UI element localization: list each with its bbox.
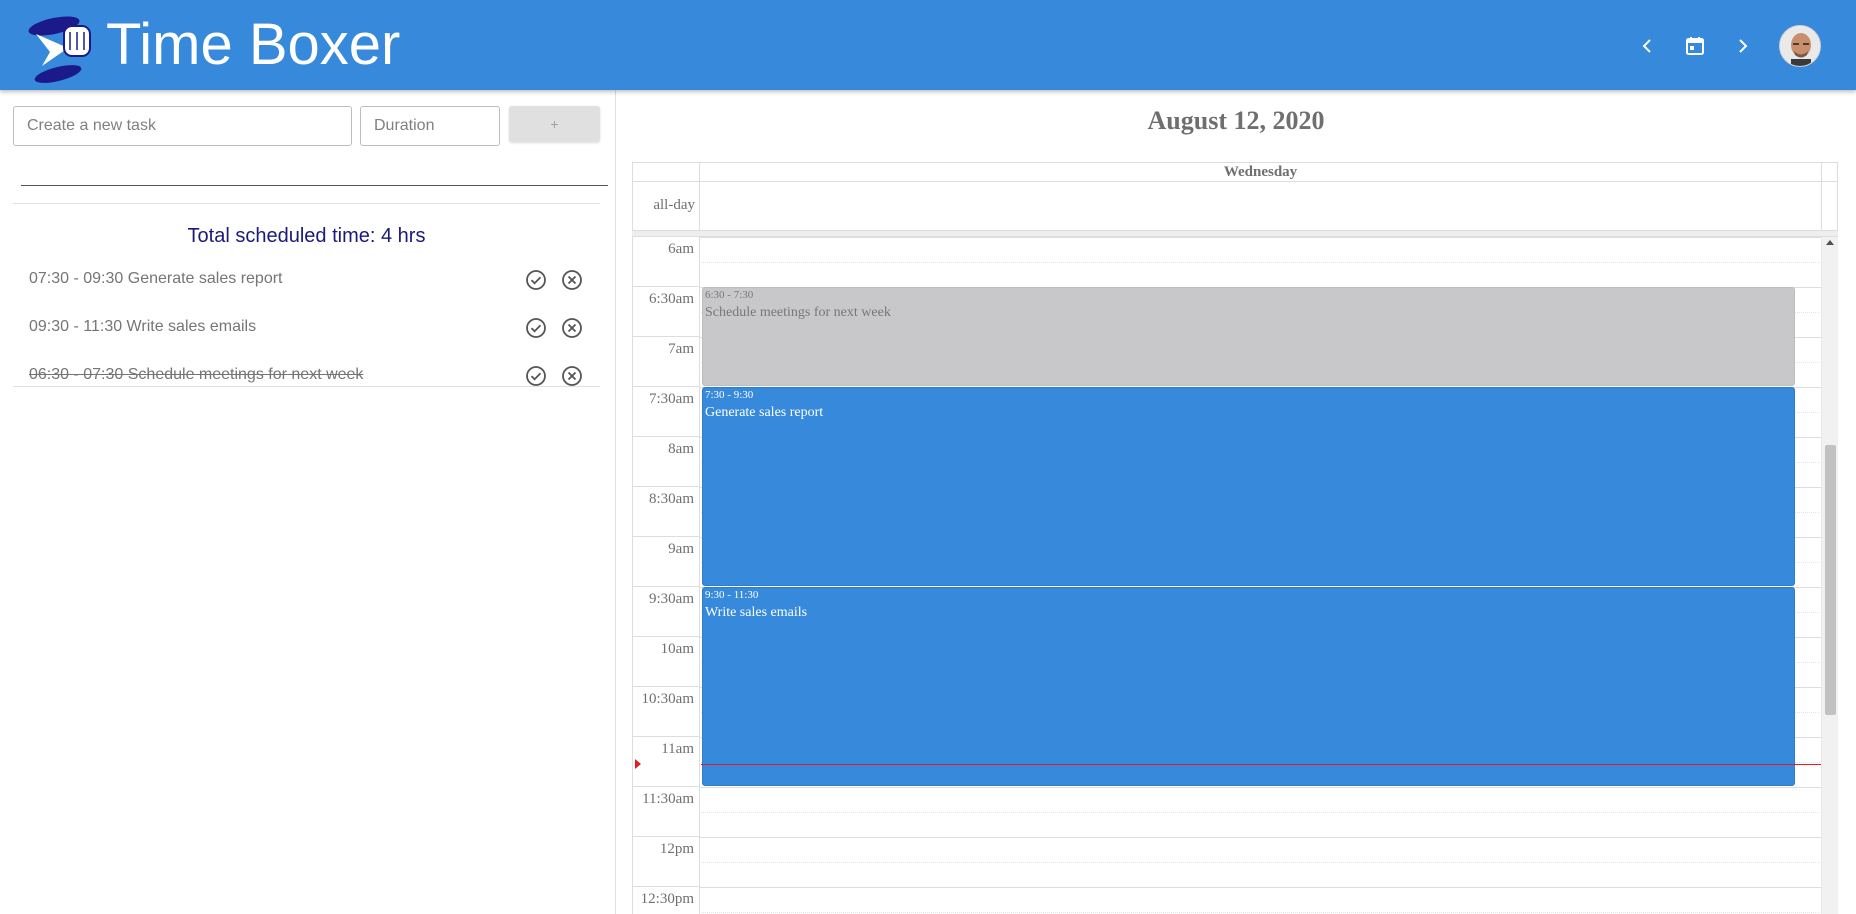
app-title: Time Boxer [106, 12, 401, 77]
cancel-circle-icon[interactable] [561, 365, 583, 387]
time-grid[interactable]: 6am 6:30am 7am 7:30am 8am 8:30am 9am 9:3… [632, 237, 1821, 914]
all-day-label: all-day [653, 197, 695, 213]
task-list: Total scheduled time: 4 hrs 07:30 - 09:3… [13, 203, 600, 387]
slot-line [699, 262, 1821, 263]
time-label: 10am [660, 641, 694, 657]
time-label: 9am [668, 541, 694, 557]
chevron-right-icon [1739, 39, 1748, 53]
slot-line [699, 912, 1821, 913]
calendar-event[interactable]: 9:30 - 11:30 Write sales emails [702, 587, 1795, 786]
time-label: 12pm [659, 841, 694, 857]
event-title: Write sales emails [705, 605, 808, 620]
event-time: 7:30 - 9:30 [705, 389, 754, 401]
calendar-scrollbar[interactable] [1821, 237, 1838, 914]
time-label: 6:30am [649, 291, 694, 307]
now-indicator-line [701, 764, 1821, 765]
scrollbar-thumb[interactable] [1825, 445, 1836, 715]
slot-line [699, 812, 1821, 813]
user-avatar[interactable] [1779, 25, 1821, 67]
check-circle-icon[interactable] [525, 269, 547, 291]
day-header: Wednesday [699, 163, 1822, 181]
calendar-date-title: August 12, 2020 [1147, 106, 1325, 135]
time-label: 7:30am [649, 391, 694, 407]
chevron-left-icon [1642, 39, 1651, 53]
all-day-cell[interactable] [699, 181, 1822, 230]
event-title: Schedule meetings for next week [705, 305, 891, 320]
slot-line [699, 837, 1821, 838]
time-label: 12:30pm [640, 891, 694, 907]
scroll-up-arrow-icon[interactable] [1826, 240, 1834, 245]
task-label: 07:30 - 09:30 Generate sales report [29, 270, 283, 287]
event-time: 9:30 - 11:30 [705, 589, 759, 601]
task-panel: + Total scheduled time: 4 hrs 07:30 - 09… [0, 90, 615, 914]
time-slot: 12pm [633, 837, 1821, 862]
user-avatar-icon [1780, 26, 1820, 66]
calendar-event-completed[interactable]: 6:30 - 7:30 Schedule meetings for next w… [702, 287, 1795, 386]
add-task-button[interactable]: + [509, 106, 600, 142]
calendar-column-header: Wednesday [632, 162, 1838, 182]
divider [21, 185, 608, 186]
task-label: 09:30 - 11:30 Write sales emails [29, 318, 257, 335]
time-slot: 11:30am [633, 787, 1821, 812]
task-list-item: 07:30 - 09:30 Generate sales report [13, 262, 600, 298]
event-time: 6:30 - 7:30 [705, 289, 754, 301]
time-slot: 12:30pm [633, 887, 1821, 912]
calendar-today-icon [1686, 37, 1704, 55]
slot-line [699, 887, 1821, 888]
time-label: 9:30am [649, 591, 694, 607]
new-task-input[interactable] [13, 106, 352, 146]
event-title: Generate sales report [705, 405, 824, 420]
time-slot [633, 262, 1821, 287]
time-slot [633, 862, 1821, 887]
panel-divider [615, 90, 616, 914]
slot-line [699, 787, 1821, 788]
check-circle-icon[interactable] [525, 365, 547, 387]
calendar-event[interactable]: 7:30 - 9:30 Generate sales report [702, 387, 1795, 586]
time-label: 11:30am [642, 791, 694, 807]
time-label: 8:30am [649, 491, 694, 507]
task-label: 06:30 - 07:30 Schedule meetings for next… [29, 366, 364, 383]
cancel-circle-icon[interactable] [561, 317, 583, 339]
time-slot: 6am [633, 237, 1821, 262]
app-bar: Time Boxer [0, 0, 1856, 90]
time-label: 7am [668, 341, 694, 357]
task-list-item-completed: 06:30 - 07:30 Schedule meetings for next… [13, 358, 600, 394]
time-slot [633, 812, 1821, 837]
today-calendar-button[interactable] [1675, 26, 1715, 66]
time-boxer-logo-icon [28, 16, 91, 83]
now-indicator-arrow-icon [635, 759, 641, 769]
slot-line [699, 862, 1821, 863]
time-label: 11am [661, 741, 694, 757]
slot-line [699, 237, 1821, 238]
cancel-circle-icon[interactable] [561, 269, 583, 291]
previous-day-button[interactable] [1627, 26, 1667, 66]
next-day-button[interactable] [1723, 26, 1763, 66]
time-label: 8am [668, 441, 694, 457]
check-circle-icon[interactable] [525, 317, 547, 339]
task-list-item: 09:30 - 11:30 Write sales emails [13, 310, 600, 346]
total-scheduled-time: Total scheduled time: 4 hrs [187, 225, 426, 247]
all-day-row: all-day [632, 181, 1838, 231]
duration-input[interactable] [360, 106, 500, 146]
time-label: 6am [668, 241, 694, 257]
day-calendar: Wednesday all-day 6am 6:30am 7am 7:30am … [632, 162, 1838, 914]
time-label: 10:30am [641, 691, 695, 707]
